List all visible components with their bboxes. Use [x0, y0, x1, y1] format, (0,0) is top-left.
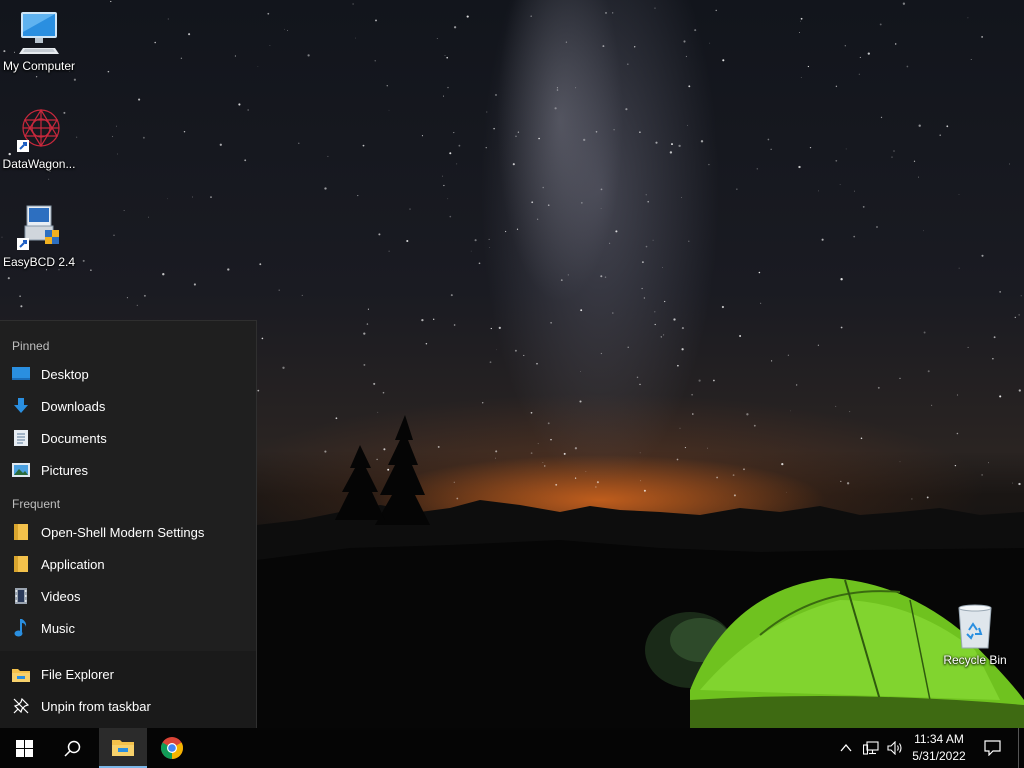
unpin-icon: [12, 697, 30, 715]
music-note-icon: [12, 619, 30, 637]
taskbar: 11:34 AM 5/31/2022: [0, 728, 1024, 768]
clock[interactable]: 11:34 AM 5/31/2022: [906, 731, 972, 765]
download-arrow-icon: [12, 397, 30, 415]
jumplist-item-label: Downloads: [41, 398, 106, 414]
desktop-icon-label: EasyBCD 2.4: [2, 255, 76, 269]
jumplist-item-label: Open-Shell Modern Settings: [41, 524, 205, 540]
jumplist-item-unpin[interactable]: Unpin from taskbar: [0, 690, 256, 722]
jumplist-actions: File Explorer Unpin from taskbar: [0, 651, 256, 729]
jumplist-item-label: Documents: [41, 430, 107, 446]
jumplist-item-label: Unpin from taskbar: [41, 698, 151, 714]
pinned-header: Pinned: [12, 339, 50, 353]
jumplist-item-pictures[interactable]: Pictures: [0, 454, 256, 486]
jumplist-item-application[interactable]: Application: [0, 548, 256, 580]
desktop-icon-easybcd[interactable]: EasyBCD 2.4: [0, 204, 78, 269]
desktop-icon-label: My Computer: [2, 59, 76, 73]
volume-button[interactable]: [883, 728, 907, 768]
jumplist-item-videos[interactable]: Videos: [0, 580, 256, 612]
start-icon: [15, 739, 33, 757]
desktop-icon-datawagon[interactable]: DataWagon...: [0, 106, 78, 171]
taskbar-chrome-button[interactable]: [148, 728, 196, 768]
jumplist-item-downloads[interactable]: Downloads: [0, 390, 256, 422]
search-button[interactable]: [48, 728, 96, 768]
desktop-icon-my-computer[interactable]: My Computer: [0, 8, 78, 73]
videos-icon: [12, 587, 30, 605]
jumplist-item-file-explorer[interactable]: File Explorer: [0, 658, 256, 690]
desktop-icon-recycle-bin[interactable]: Recycle Bin: [936, 602, 1014, 667]
network-button[interactable]: [859, 728, 883, 768]
jumplist-item-label: Pictures: [41, 462, 88, 478]
datawagon-icon: [17, 108, 60, 152]
file-explorer-icon: [112, 740, 134, 756]
taskbar-jump-list: Pinned Desktop Downloads Documents Pictu…: [0, 320, 257, 729]
jumplist-item-desktop[interactable]: Desktop: [0, 358, 256, 390]
jumplist-item-documents[interactable]: Documents: [0, 422, 256, 454]
taskbar-file-explorer-button[interactable]: [99, 728, 147, 768]
chevron-up-icon: [840, 744, 852, 752]
show-hidden-icons-button[interactable]: [834, 728, 858, 768]
desktop-icon-label: DataWagon...: [2, 157, 76, 171]
jumplist-item-label: Application: [41, 556, 105, 572]
network-icon: [863, 741, 879, 755]
file-explorer-icon: [12, 665, 30, 683]
pictures-icon: [12, 461, 30, 479]
search-icon: [63, 740, 80, 757]
jumplist-item-music[interactable]: Music: [0, 612, 256, 644]
clock-date: 5/31/2022: [912, 749, 966, 763]
clock-time: 11:34 AM: [914, 732, 964, 746]
frequent-header: Frequent: [12, 497, 61, 511]
desktop-folder-icon: [12, 365, 30, 383]
folder-icon: [12, 555, 30, 573]
notification-icon: [983, 740, 1001, 756]
jumplist-item-open-shell-settings[interactable]: Open-Shell Modern Settings: [0, 516, 256, 548]
volume-icon: [886, 741, 902, 755]
jumplist-item-label: Videos: [41, 588, 81, 604]
show-desktop-button[interactable]: [1018, 728, 1024, 768]
start-button[interactable]: [0, 728, 48, 768]
jumplist-item-label: Music: [41, 620, 75, 636]
recycle-bin-icon: [958, 604, 992, 649]
jumplist-item-label: Desktop: [41, 366, 89, 382]
folder-icon: [12, 523, 30, 541]
action-center-button[interactable]: [980, 728, 1004, 768]
desktop-icon-label: Recycle Bin: [943, 653, 1007, 667]
computer-icon: [19, 12, 59, 54]
document-icon: [12, 429, 30, 447]
jumplist-item-label: File Explorer: [41, 666, 114, 682]
easybcd-icon: [17, 205, 59, 250]
chrome-icon: [161, 737, 183, 759]
